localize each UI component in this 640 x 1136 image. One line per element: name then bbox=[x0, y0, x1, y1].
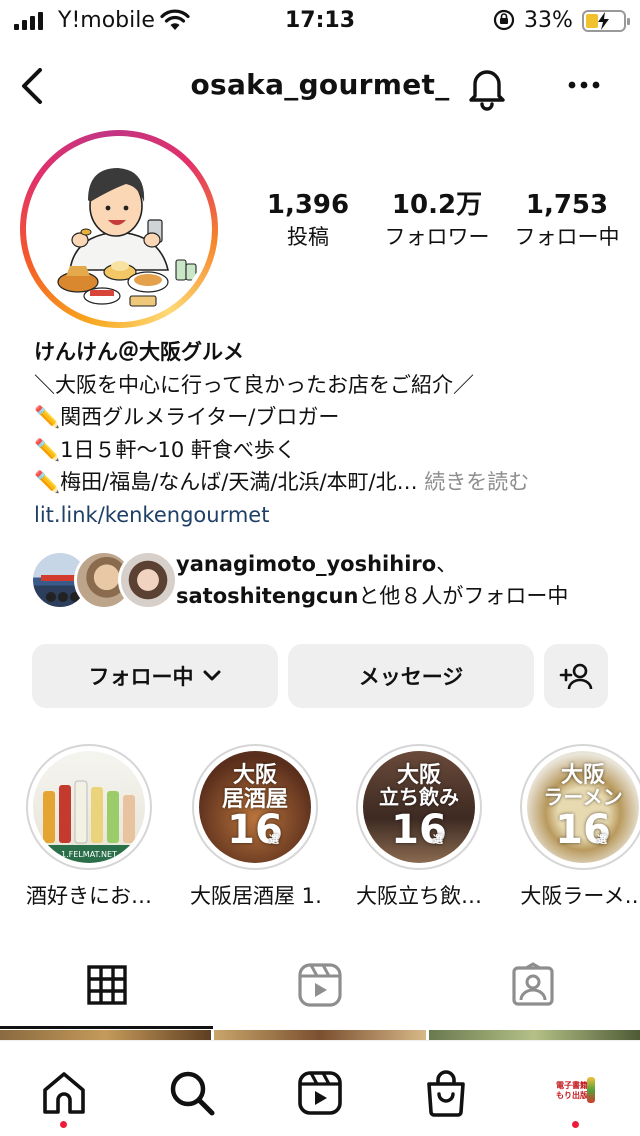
highlight-label: 大阪立ち飲… bbox=[356, 884, 482, 908]
nav-search[interactable] bbox=[162, 1063, 222, 1123]
nav-shop[interactable] bbox=[416, 1063, 476, 1123]
profile-username: osaka_gourmet_ bbox=[190, 68, 450, 101]
profile-header: osaka_gourmet_ bbox=[0, 58, 640, 114]
highlight-cover: 大阪 ラーメン 16 選 bbox=[527, 751, 639, 863]
mutual-followers-text: yanagimoto_yoshihiro、 satoshitengcunと他８人… bbox=[176, 552, 569, 608]
message-button[interactable]: メッセージ bbox=[288, 644, 534, 708]
shop-icon bbox=[427, 1070, 465, 1117]
tab-reels[interactable] bbox=[213, 940, 426, 1030]
story-highlight[interactable]: 大阪 居酒屋 16 選 大阪居酒屋 1… bbox=[190, 744, 320, 910]
tagged-user-icon bbox=[511, 962, 554, 1006]
highlight-label: 酒好きにお… bbox=[26, 884, 152, 908]
story-highlight[interactable]: 大阪 立ち飲み 16 選 大阪立ち飲… bbox=[354, 744, 484, 910]
story-highlight[interactable]: 大阪 ラーメン 16 選 大阪ラーメ… bbox=[518, 744, 640, 910]
story-highlight[interactable]: 1.FELMAT.NET 酒好きにお… bbox=[24, 744, 154, 910]
bio-line: ✏️梅田/福島/なんば/天満/北浜/本町/北… 続きを読む bbox=[34, 470, 530, 494]
bio-line: ✏️関西グルメライター/ブロガー bbox=[34, 405, 340, 429]
bio-line: ＼大阪を中心に行って良かったお店をご紹介／ bbox=[34, 372, 474, 397]
followers-count[interactable]: 10.2万 フォロワー bbox=[378, 188, 496, 252]
display-name: けんけん＠大阪グルメ bbox=[34, 340, 244, 364]
home-notification-dot bbox=[60, 1121, 67, 1128]
notification-bell-icon[interactable] bbox=[464, 62, 510, 112]
suggest-users-button[interactable] bbox=[544, 644, 608, 708]
highlight-cover: 大阪 立ち飲み 16 選 bbox=[363, 751, 475, 863]
battery-percent: 33% bbox=[524, 8, 573, 33]
search-icon bbox=[170, 1071, 215, 1116]
more-options-icon[interactable] bbox=[566, 70, 602, 100]
status-bar: Y!mobile 17:13 33% bbox=[0, 0, 640, 42]
bottom-navigation: 電子書籍 もり出版 bbox=[0, 1040, 640, 1136]
reels-icon bbox=[297, 963, 342, 1007]
posts-count[interactable]: 1,396 投稿 bbox=[262, 188, 354, 252]
nav-reels[interactable] bbox=[290, 1063, 350, 1123]
profile-avatar[interactable] bbox=[30, 140, 208, 318]
story-ring[interactable] bbox=[20, 130, 218, 328]
mutual-avatar bbox=[118, 550, 178, 610]
grid-icon bbox=[86, 965, 127, 1005]
mutual-followers[interactable]: yanagimoto_yoshihiro、 satoshitengcunと他８人… bbox=[30, 548, 630, 612]
add-person-icon bbox=[559, 663, 593, 690]
tab-tagged[interactable] bbox=[426, 940, 639, 1030]
highlight-cover: 大阪 居酒屋 16 選 bbox=[199, 751, 311, 863]
highlight-cover: 1.FELMAT.NET bbox=[33, 751, 145, 863]
read-more-link[interactable]: 続きを読む bbox=[418, 470, 529, 494]
profile-thumbnail-icon: 電子書籍 もり出版 bbox=[554, 1071, 598, 1115]
tab-posts-grid[interactable] bbox=[0, 940, 213, 1030]
profile-bio: けんけん＠大阪グルメ ＼大阪を中心に行って良かったお店をご紹介／ ✏️関西グルメ… bbox=[34, 336, 624, 531]
highlight-label: 大阪ラーメ… bbox=[520, 884, 640, 908]
battery-icon bbox=[582, 10, 630, 32]
nav-profile[interactable]: 電子書籍 もり出版 bbox=[546, 1063, 606, 1123]
orientation-lock-icon bbox=[493, 9, 515, 31]
active-tab-indicator bbox=[0, 1026, 213, 1029]
highlight-label: 大阪居酒屋 1… bbox=[190, 884, 320, 908]
following-count[interactable]: 1,753 フォロー中 bbox=[508, 188, 626, 252]
profile-notification-dot bbox=[572, 1121, 579, 1128]
bio-external-link[interactable]: lit.link/kenkengourmet bbox=[34, 499, 624, 532]
nav-home[interactable] bbox=[34, 1063, 94, 1123]
svg-text:1.FELMAT.NET: 1.FELMAT.NET bbox=[61, 850, 117, 859]
profile-content-tabs bbox=[0, 940, 640, 1030]
chevron-down-icon bbox=[203, 670, 220, 681]
following-button[interactable]: フォロー中 bbox=[32, 644, 278, 708]
reels-icon bbox=[298, 1071, 342, 1115]
home-icon bbox=[43, 1072, 85, 1114]
bio-line: ✏️1日５軒〜10 軒食べ歩く bbox=[34, 437, 296, 462]
